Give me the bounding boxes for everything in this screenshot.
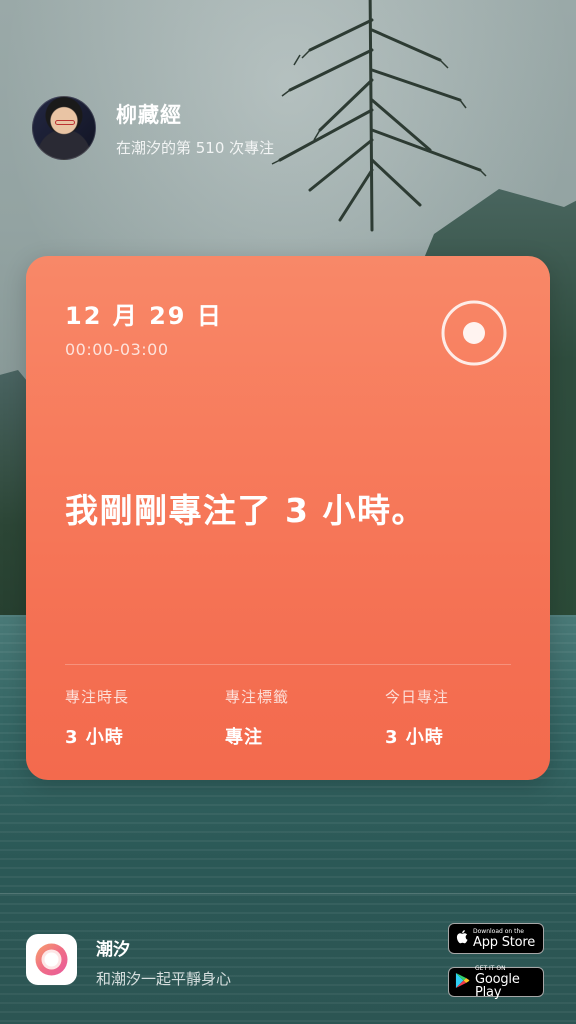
avatar-glasses — [55, 120, 75, 125]
google-play-icon — [455, 972, 470, 993]
stat-value: 3 小時 — [385, 727, 444, 748]
google-play-text: GET IT ON Google Play — [475, 964, 543, 1000]
apple-icon — [455, 929, 468, 948]
stat-tag: 專注標籤 專注 — [225, 686, 289, 749]
user-info: 柳藏經 在潮汐的第 510 次專注 — [116, 99, 274, 158]
stat-value: 專注 — [225, 727, 263, 748]
app-slogan: 和潮汐一起平靜身心 — [96, 970, 232, 988]
stat-label: 今日專注 — [385, 688, 450, 706]
tree-branches — [139, 0, 500, 260]
footer-divider — [0, 893, 576, 894]
user-name: 柳藏經 — [116, 102, 182, 127]
card-headline: 我剛剛專注了 3 小時。 — [65, 491, 426, 530]
stat-label: 專注時長 — [65, 688, 130, 706]
card-time-range: 00:00-03:00 — [65, 340, 169, 359]
avatar[interactable] — [32, 96, 96, 160]
stat-duration: 專注時長 3 小時 — [65, 686, 129, 749]
app-logo-icon[interactable] — [26, 934, 77, 985]
app-info: 潮汐 和潮汐一起平靜身心 — [96, 935, 231, 989]
app-name: 潮汐 — [96, 940, 130, 960]
app-store-text: Download on the App Store — [473, 927, 536, 950]
app-store-big: App Store — [473, 934, 536, 950]
user-header: 柳藏經 在潮汐的第 510 次專注 — [32, 96, 274, 160]
google-play-button[interactable]: GET IT ON Google Play — [448, 964, 544, 1000]
app-store-button[interactable]: Download on the App Store — [448, 923, 544, 954]
app-store-small: Download on the — [473, 927, 524, 935]
google-play-small: GET IT ON — [475, 964, 506, 972]
stat-label: 專注標籤 — [225, 688, 290, 706]
user-subtitle: 在潮汐的第 510 次專注 — [116, 138, 275, 157]
card-separator — [65, 664, 511, 665]
google-play-big: Google Play — [475, 971, 520, 1000]
stat-today: 今日專注 3 小時 — [385, 686, 449, 749]
focus-record-icon — [440, 299, 508, 367]
stat-value: 3 小時 — [65, 727, 124, 748]
focus-card: 12 月 29 日 00:00-03:00 我剛剛專注了 3 小時。 專注時長 … — [26, 256, 550, 780]
card-date: 12 月 29 日 — [65, 302, 223, 330]
